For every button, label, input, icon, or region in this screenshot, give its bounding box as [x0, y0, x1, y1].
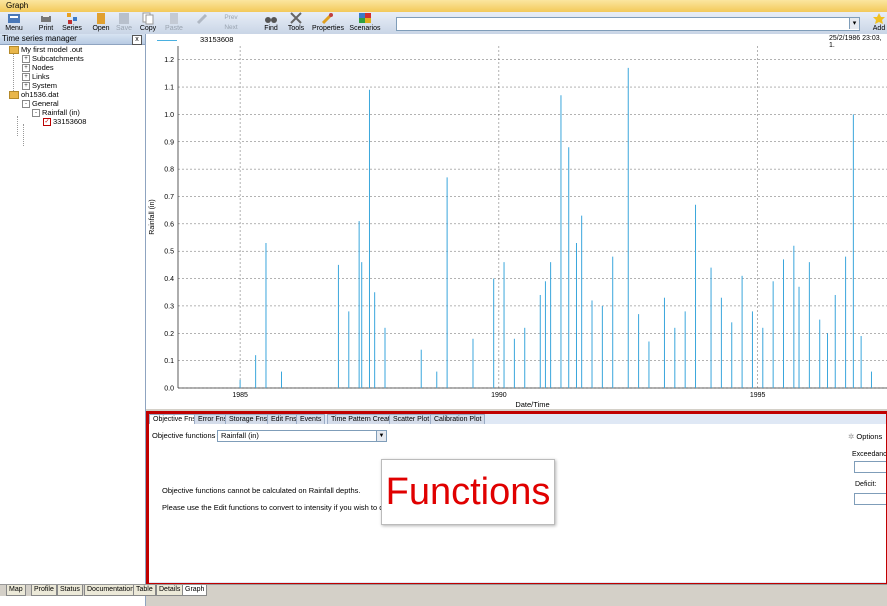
find-binoculars-icon: [265, 17, 277, 23]
properties-icon: [321, 12, 334, 25]
folder-icon: [9, 91, 19, 100]
tree-node-system[interactable]: + System: [22, 81, 57, 91]
time-series-manager-panel: Time series manager x My first model .ou…: [0, 34, 146, 606]
y-tick-label: 0.2: [164, 331, 174, 338]
y-tick-label: 0.4: [164, 276, 174, 283]
add-button[interactable]: Add: [871, 12, 887, 34]
expand-icon[interactable]: +: [22, 73, 30, 82]
save-icon: [119, 13, 129, 24]
checkbox-checked-icon[interactable]: ✓: [43, 118, 51, 127]
tree-node-subcatchments[interactable]: + Subcatchments: [22, 54, 84, 64]
y-tick-label: 0.6: [164, 221, 174, 228]
tree-node-model[interactable]: My first model .out: [9, 45, 82, 55]
copy-button[interactable]: Copy: [137, 12, 159, 34]
tab-table[interactable]: Table: [133, 585, 156, 596]
y-tick-label: 0.8: [164, 167, 174, 174]
print-icon: [41, 13, 51, 22]
tab-profile[interactable]: Profile: [31, 585, 57, 596]
paste-icon: [170, 13, 178, 24]
y-tick-label: 0.1: [164, 358, 174, 365]
search-dropdown-button[interactable]: ▾: [849, 18, 859, 29]
tree-node-dat-file[interactable]: oh1536.dat: [9, 90, 59, 100]
annotation-callout: Functions: [381, 459, 555, 525]
search-input[interactable]: [396, 17, 860, 31]
wrench-button[interactable]: [192, 12, 214, 34]
x-tick-label: 1995: [750, 392, 766, 399]
window-title: Graph: [6, 1, 29, 10]
x-tick-label: 1985: [232, 392, 248, 399]
y-tick-label: 1.0: [164, 112, 174, 119]
y-tick-label: 0.0: [164, 386, 174, 393]
close-icon[interactable]: x: [132, 35, 142, 45]
scenarios-icon: [359, 13, 371, 23]
panel-title: Time series manager: [2, 34, 77, 43]
x-tick-label: 1990: [491, 392, 507, 399]
expand-icon[interactable]: +: [22, 64, 30, 73]
tree-node-series[interactable]: ✓ 33153608: [43, 117, 86, 127]
prev-button[interactable]: Prev: [220, 13, 242, 23]
y-axis-label: Rainfall (in): [149, 199, 156, 234]
tab-map[interactable]: Map: [6, 585, 26, 596]
collapse-icon[interactable]: -: [22, 100, 30, 109]
folder-icon: [9, 46, 19, 55]
expand-icon[interactable]: +: [22, 82, 30, 91]
open-icon: [97, 13, 105, 24]
collapse-icon[interactable]: -: [32, 109, 40, 118]
menu-icon: [8, 14, 20, 23]
series-button[interactable]: Series: [60, 12, 84, 34]
tools-icon: [290, 12, 302, 24]
legend-swatch: [157, 40, 177, 41]
y-tick-label: 0.7: [164, 194, 174, 201]
tree-node-nodes[interactable]: + Nodes: [22, 63, 54, 73]
y-tick-label: 0.5: [164, 249, 174, 256]
wrench-icon: [196, 13, 208, 25]
tree-node-links[interactable]: + Links: [22, 72, 50, 82]
tree-node-general[interactable]: - General: [22, 99, 59, 109]
series-icon: [67, 13, 77, 24]
tab-documentation[interactable]: Documentation: [84, 585, 138, 596]
y-tick-label: 1.2: [164, 57, 174, 64]
paste-button[interactable]: Paste: [163, 12, 185, 34]
x-axis-label: Date/Time: [515, 400, 549, 409]
chevron-down-icon: ▾: [852, 20, 857, 27]
tab-graph[interactable]: Graph: [182, 585, 208, 596]
tree-connector: [17, 116, 18, 136]
add-star-icon: [873, 13, 885, 24]
next-button[interactable]: Next: [220, 23, 242, 33]
menu-button[interactable]: Menu: [3, 12, 25, 34]
tools-button[interactable]: Tools: [284, 12, 308, 34]
tree-node-rainfall[interactable]: - Rainfall (in): [32, 108, 80, 118]
copy-icon: [142, 12, 154, 25]
y-tick-label: 0.3: [164, 303, 174, 310]
print-button[interactable]: Print: [36, 12, 56, 34]
expand-icon[interactable]: +: [22, 55, 30, 64]
scenarios-button[interactable]: Scenarios: [348, 12, 382, 34]
tab-status[interactable]: Status: [57, 585, 83, 596]
properties-button[interactable]: Properties: [312, 12, 344, 34]
open-button[interactable]: Open: [91, 12, 111, 34]
y-tick-label: 1.1: [164, 85, 174, 92]
find-button[interactable]: Find: [260, 12, 282, 34]
panel-header: Time series manager x: [0, 34, 145, 45]
tab-details[interactable]: Details: [156, 585, 184, 596]
save-button[interactable]: Save: [114, 12, 134, 34]
tree-connector: [23, 124, 24, 146]
rainfall-chart[interactable]: 0.0 0.1 0.2 0.3 0.4 0.5 0.6 0.7 0.8 0.9 1.0 1.1 1.2 1…: [146, 42, 887, 409]
y-tick-label: 0.9: [164, 139, 174, 146]
